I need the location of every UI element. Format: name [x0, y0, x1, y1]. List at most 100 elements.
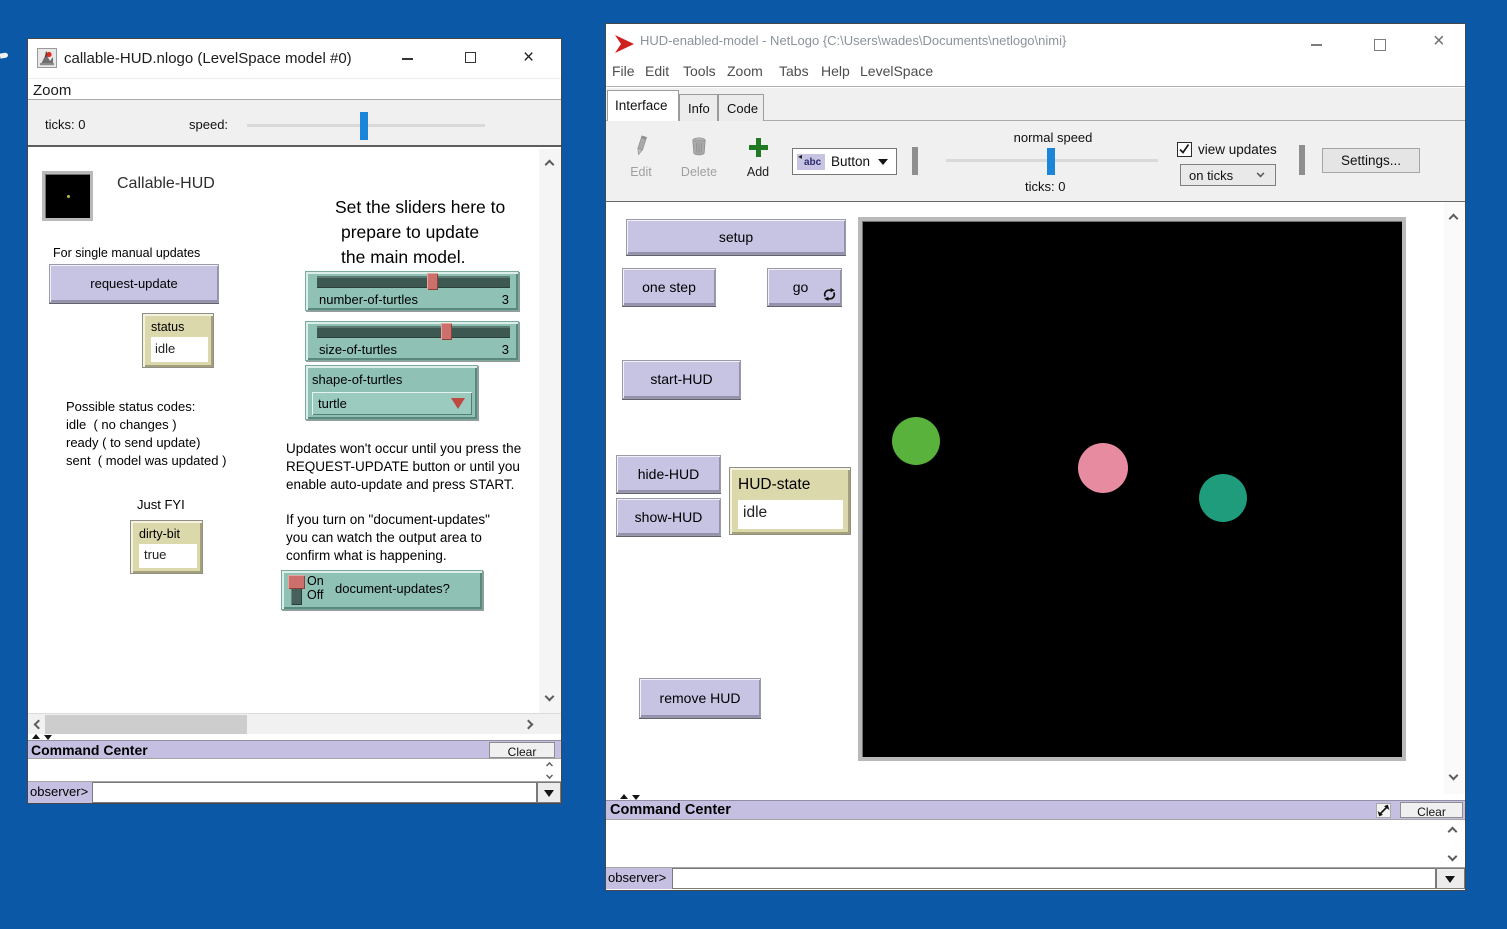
- size-of-turtles-slider-thumb[interactable]: [441, 323, 452, 340]
- menu-levelspace[interactable]: LevelSpace: [860, 63, 933, 79]
- right-command-input[interactable]: [672, 868, 1436, 889]
- tab-info[interactable]: Info: [679, 94, 718, 121]
- left-clear-button[interactable]: Clear: [489, 742, 555, 758]
- hide-hud-button[interactable]: hide-HUD: [616, 455, 721, 493]
- model-title-note: Callable-HUD: [117, 175, 215, 193]
- left-speed-slider-thumb[interactable]: [360, 112, 368, 140]
- right-titlebar[interactable]: HUD-enabled-model - NetLogo {C:\Users\wa…: [606, 24, 1465, 57]
- show-hud-button[interactable]: show-HUD: [616, 498, 721, 536]
- left-vertical-scrollbar[interactable]: [539, 149, 561, 713]
- right-close-button[interactable]: ×: [1433, 36, 1445, 46]
- updates-note-line-1: REQUEST-UPDATE button or until you: [286, 459, 520, 474]
- left-minimize-button[interactable]: [402, 58, 413, 60]
- left-output-scroll-up-icon[interactable]: [546, 762, 553, 769]
- right-vertical-scrollbar[interactable]: [1444, 202, 1465, 794]
- view-updates-label[interactable]: view updates: [1198, 142, 1277, 157]
- world-view[interactable]: [858, 217, 1406, 761]
- size-of-turtles-slider[interactable]: size-of-turtles 3: [305, 321, 519, 361]
- pencil-icon: [634, 135, 648, 157]
- settings-button[interactable]: Settings...: [1322, 148, 1420, 173]
- one-step-button[interactable]: one step: [622, 268, 716, 306]
- size-of-turtles-slider-label: size-of-turtles: [319, 342, 397, 357]
- right-command-history-icon: [1445, 876, 1455, 883]
- right-splitter-up-icon[interactable]: [620, 794, 628, 799]
- right-output-scroll-up-icon[interactable]: [1448, 827, 1458, 837]
- request-update-button[interactable]: request-update: [49, 264, 219, 303]
- edit-tool-label: Edit: [623, 165, 659, 179]
- size-of-turtles-slider-value: 3: [502, 342, 509, 357]
- widget-type-value: Button: [831, 154, 870, 169]
- splitter-up-icon[interactable]: [32, 734, 40, 739]
- add-tool-button[interactable]: Add: [740, 135, 776, 181]
- right-command-center-header: Command Center Clear: [606, 800, 1465, 819]
- single-updates-note: For single manual updates: [53, 246, 200, 260]
- widget-type-chip-label: abc: [804, 157, 821, 168]
- right-vscroll-down-icon[interactable]: [1449, 771, 1459, 781]
- left-horizontal-scrollbar[interactable]: [28, 713, 561, 734]
- right-toolbar: Edit Delete Add: [606, 121, 1465, 202]
- left-output-scroll-down-icon[interactable]: [546, 772, 553, 779]
- menu-tools[interactable]: Tools: [683, 63, 716, 79]
- right-maximize-button[interactable]: [1374, 39, 1386, 51]
- updates-note-line-0: Updates won't occur until you press the: [286, 441, 521, 456]
- turtle-2: [1199, 474, 1247, 522]
- menu-file[interactable]: File: [612, 63, 635, 79]
- left-hscroll-right-icon[interactable]: [524, 720, 534, 730]
- switch-knob[interactable]: [288, 575, 305, 589]
- left-titlebar[interactable]: callable-HUD.nlogo (LevelSpace model #0)…: [28, 39, 561, 79]
- update-mode-select[interactable]: on ticks: [1180, 164, 1276, 186]
- right-vscroll-up-icon[interactable]: [1449, 214, 1459, 224]
- sliders-note-line-1: prepare to update: [341, 222, 479, 243]
- menu-tabs[interactable]: Tabs: [779, 63, 809, 79]
- model-window-icon: [37, 48, 57, 68]
- codes-line-1: idle ( no changes ): [66, 417, 177, 432]
- left-vscroll-down-icon[interactable]: [545, 692, 555, 702]
- remove-hud-button[interactable]: remove HUD: [639, 678, 761, 718]
- document-updates-switch[interactable]: On Off document-updates?: [281, 570, 483, 610]
- start-hud-button[interactable]: start-HUD: [622, 360, 741, 399]
- right-clear-button[interactable]: Clear: [1400, 802, 1463, 818]
- left-menu-zoom[interactable]: Zoom: [33, 82, 71, 99]
- edit-tool-button[interactable]: Edit: [623, 135, 659, 181]
- right-command-output[interactable]: [606, 819, 1465, 868]
- left-hscroll-left-icon[interactable]: [34, 720, 44, 730]
- right-minimize-button[interactable]: [1311, 44, 1322, 46]
- hud-state-monitor-value: idle: [738, 500, 843, 529]
- left-hscroll-thumb[interactable]: [45, 715, 247, 734]
- shape-of-turtles-chooser-box[interactable]: turtle: [312, 392, 472, 415]
- show-hud-button-label: show-HUD: [635, 509, 703, 525]
- right-output-scroll-down-icon[interactable]: [1448, 852, 1458, 862]
- view-updates-checkbox[interactable]: [1177, 142, 1192, 157]
- go-button-label: go: [793, 279, 809, 295]
- start-hud-button-label: start-HUD: [650, 371, 712, 387]
- netlogo-flag-icon: [615, 35, 634, 53]
- tab-interface[interactable]: Interface: [607, 90, 679, 121]
- number-of-turtles-slider-track[interactable]: [317, 276, 510, 288]
- expand-command-center-icon[interactable]: [1376, 803, 1391, 818]
- shape-of-turtles-chooser[interactable]: shape-of-turtles turtle: [305, 365, 478, 420]
- menu-zoom[interactable]: Zoom: [727, 63, 763, 79]
- chip-flag-icon: ◂: [798, 152, 802, 161]
- delete-tool-button[interactable]: Delete: [678, 135, 720, 181]
- speed-slider-thumb[interactable]: [1047, 148, 1055, 175]
- menu-help[interactable]: Help: [821, 63, 850, 79]
- left-command-history-button[interactable]: [537, 782, 561, 803]
- size-of-turtles-slider-track[interactable]: [317, 326, 510, 338]
- dirty-bit-monitor: dirty-bit true: [130, 520, 203, 574]
- menu-edit[interactable]: Edit: [645, 63, 669, 79]
- left-command-output[interactable]: [28, 758, 561, 782]
- left-close-button[interactable]: ×: [523, 53, 534, 63]
- update-mode-chevron-icon: [1257, 170, 1265, 178]
- setup-button[interactable]: setup: [626, 219, 846, 255]
- widget-type-combobox[interactable]: ◂ abc Button: [792, 148, 897, 175]
- number-of-turtles-slider[interactable]: number-of-turtles 3: [305, 271, 519, 311]
- sliders-note-line-2: the main model.: [341, 247, 466, 268]
- left-command-input[interactable]: [92, 782, 537, 803]
- tab-code[interactable]: Code: [718, 94, 764, 121]
- switch-toggle[interactable]: [288, 575, 305, 606]
- go-button[interactable]: go: [767, 268, 842, 306]
- left-maximize-button[interactable]: [465, 52, 476, 63]
- number-of-turtles-slider-thumb[interactable]: [427, 273, 438, 290]
- right-command-history-button[interactable]: [1436, 868, 1465, 889]
- left-vscroll-up-icon[interactable]: [545, 160, 555, 170]
